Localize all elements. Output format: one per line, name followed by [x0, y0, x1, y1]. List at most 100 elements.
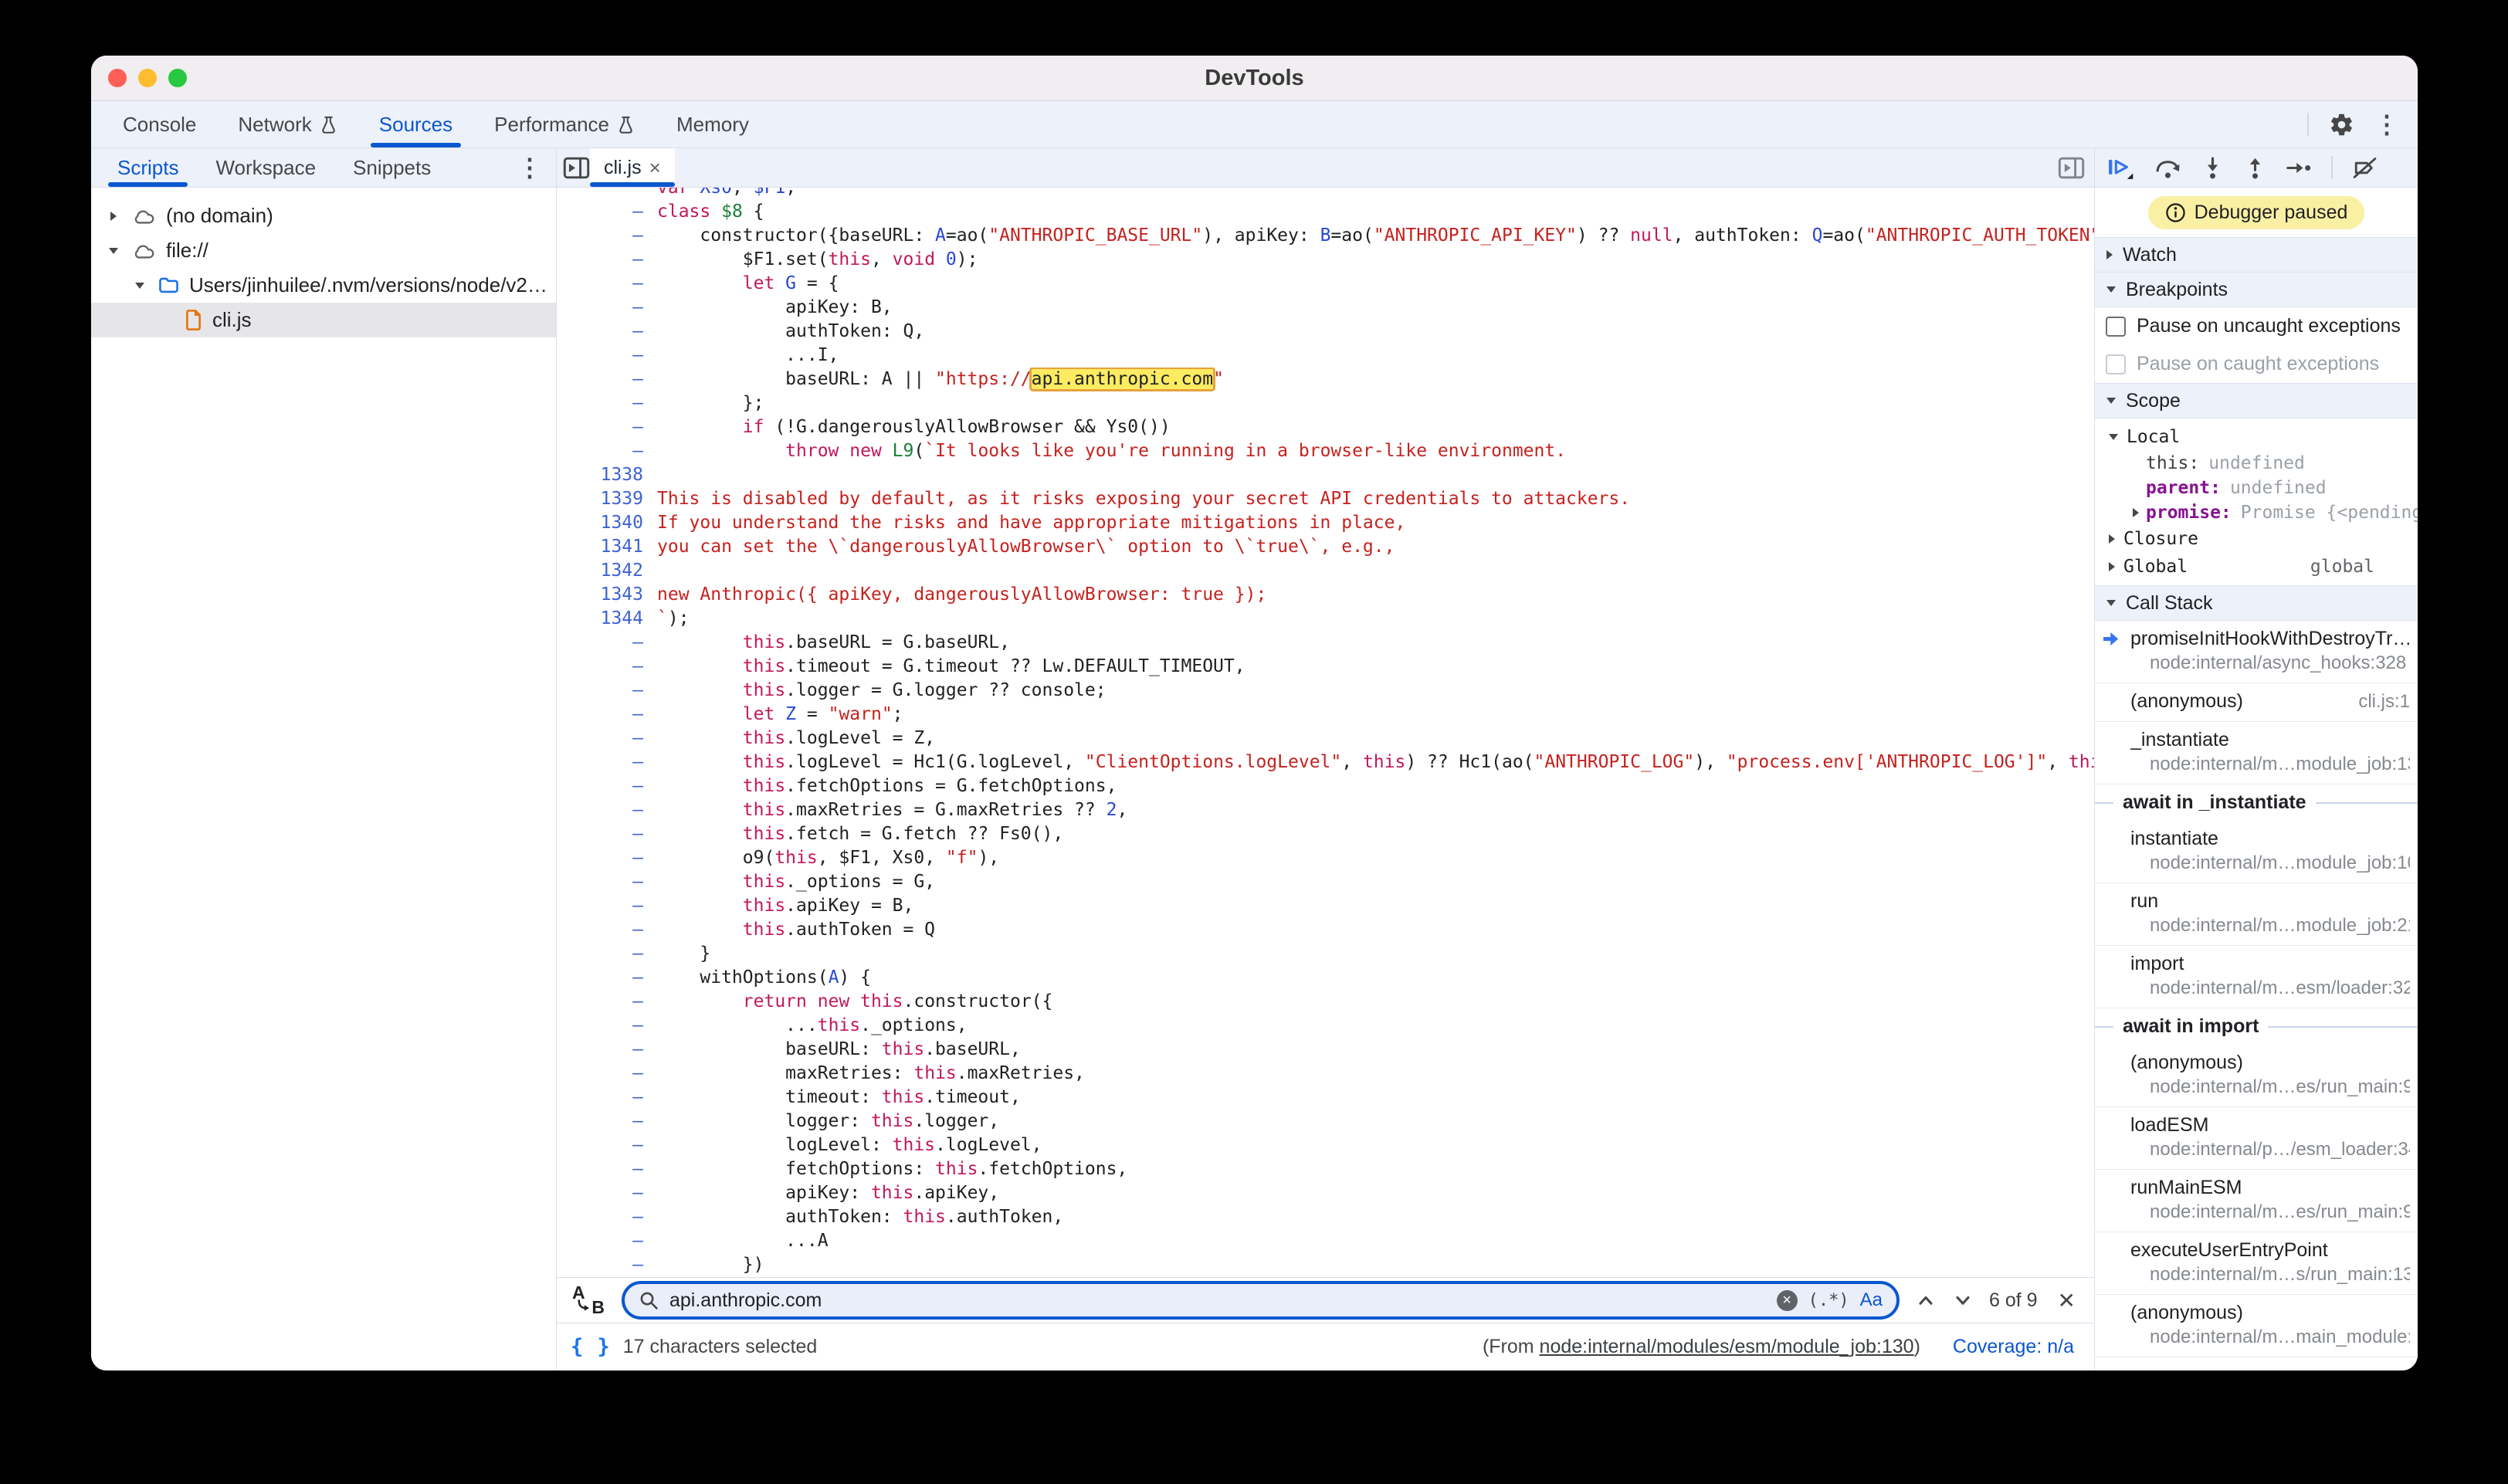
line-gutter[interactable]: – [557, 1157, 657, 1181]
close-search-icon[interactable]: ✕ [2053, 1288, 2080, 1313]
breakpoints-section-header[interactable]: Breakpoints [2095, 273, 2418, 307]
code-line[interactable]: var Xs0, $F1; [557, 188, 2094, 200]
line-gutter[interactable]: – [557, 415, 657, 439]
scope-entry[interactable]: this:undefined [2095, 451, 2418, 476]
search-input[interactable]: api.anthropic.com × (.*) Aa [622, 1281, 1900, 1320]
code-line[interactable]: 1338 [557, 463, 2094, 487]
line-gutter[interactable]: 1338 [557, 463, 657, 487]
call-stack-frame[interactable]: importnode:internal/m…esm/loader:329 [2095, 946, 2418, 1008]
line-gutter[interactable]: – [557, 1229, 657, 1253]
code-line[interactable]: – this.maxRetries = G.maxRetries ?? 2, [557, 798, 2094, 822]
line-gutter[interactable]: – [557, 655, 657, 679]
scope-entry[interactable]: parent:undefined [2095, 476, 2418, 500]
line-gutter[interactable]: – [557, 272, 657, 296]
next-match-icon[interactable] [1952, 1289, 1974, 1311]
code-line[interactable]: – this._options = G, [557, 870, 2094, 894]
line-gutter[interactable]: – [557, 1038, 657, 1062]
code-line[interactable]: – withOptions(A) { [557, 966, 2094, 990]
coverage-link[interactable]: Coverage: n/a [1953, 1336, 2074, 1358]
code-line[interactable]: – } [557, 942, 2094, 966]
scope-section-closure[interactable]: Closure [2095, 525, 2418, 553]
line-gutter[interactable]: – [557, 870, 657, 894]
watch-section-header[interactable]: Watch [2095, 237, 2418, 273]
line-gutter[interactable]: – [557, 320, 657, 344]
toggle-debugger-panel-icon[interactable] [2058, 157, 2085, 179]
code-line[interactable]: – if (!G.dangerouslyAllowBrowser && Ys0(… [557, 415, 2094, 439]
code-line[interactable]: – this.logger = G.logger ?? console; [557, 679, 2094, 703]
code-line[interactable]: – }) [557, 1253, 2094, 1277]
code-line[interactable]: – ...I, [557, 344, 2094, 368]
line-gutter[interactable]: 1340 [557, 511, 657, 535]
line-gutter[interactable]: – [557, 774, 657, 798]
tab-performance[interactable]: Performance [473, 101, 656, 147]
step-icon[interactable] [2286, 156, 2313, 180]
call-stack-frame[interactable]: executeUserEntryPointnode:internal/m…s/r… [2095, 1232, 2418, 1295]
code-line[interactable]: 1340If you understand the risks and have… [557, 511, 2094, 535]
line-gutter[interactable]: – [557, 1181, 657, 1205]
line-gutter[interactable]: – [557, 703, 657, 727]
code-line[interactable]: – let Z = "warn"; [557, 703, 2094, 727]
call-stack-frame[interactable]: instantiatenode:internal/m…module_job:10… [2095, 821, 2418, 883]
code-line[interactable]: – return new this.constructor({ [557, 990, 2094, 1014]
line-gutter[interactable]: – [557, 296, 657, 320]
editor-tab-clijs[interactable]: cli.js × [590, 148, 675, 187]
scope-section-global[interactable]: Globalglobal [2095, 553, 2418, 581]
regex-toggle-icon[interactable]: (.*) [1808, 1291, 1849, 1310]
call-stack-frame[interactable]: promiseInitHookWithDestroyTr…node:intern… [2095, 621, 2418, 683]
code-line[interactable]: – this.fetchOptions = G.fetchOptions, [557, 774, 2094, 798]
line-gutter[interactable]: – [557, 798, 657, 822]
code-line[interactable]: – authToken: this.authToken, [557, 1205, 2094, 1229]
line-gutter[interactable] [557, 188, 657, 200]
line-gutter[interactable]: – [557, 942, 657, 966]
line-gutter[interactable]: 1344 [557, 607, 657, 631]
call-stack-frame[interactable]: loadESMnode:internal/p…/esm_loader:34 [2095, 1107, 2418, 1170]
call-stack-frame[interactable]: (anonymous)node:internal/m…es/run_main:9… [2095, 1045, 2418, 1107]
code-line[interactable]: – authToken: Q, [557, 320, 2094, 344]
call-stack-frame[interactable]: _instantiatenode:internal/m…module_job:1… [2095, 722, 2418, 784]
replace-toggle-icon[interactable]: A B [571, 1284, 606, 1316]
line-gutter[interactable]: – [557, 1014, 657, 1038]
more-options-icon[interactable]: ⋮ [2374, 112, 2399, 137]
checkbox[interactable] [2106, 317, 2126, 337]
code-line[interactable]: 1339This is disabled by default, as it r… [557, 487, 2094, 511]
code-editor[interactable]: var Xs0, $F1;–class $8 {– constructor({b… [557, 188, 2094, 1277]
code-line[interactable]: – apiKey: this.apiKey, [557, 1181, 2094, 1205]
settings-gear-icon[interactable] [2329, 112, 2354, 137]
code-line[interactable]: – $F1.set(this, void 0); [557, 248, 2094, 272]
line-gutter[interactable]: – [557, 248, 657, 272]
code-line[interactable]: 1343new Anthropic({ apiKey, dangerouslyA… [557, 583, 2094, 607]
step-out-icon[interactable] [2243, 156, 2267, 180]
code-line[interactable]: – apiKey: B, [557, 296, 2094, 320]
pretty-print-icon[interactable]: { } [571, 1335, 611, 1359]
code-line[interactable]: – logger: this.logger, [557, 1110, 2094, 1133]
line-gutter[interactable]: 1342 [557, 559, 657, 583]
tab-memory[interactable]: Memory [656, 101, 770, 147]
chevron-down-icon[interactable] [105, 248, 122, 254]
code-line[interactable]: – baseURL: this.baseURL, [557, 1038, 2094, 1062]
code-line[interactable]: – this.baseURL = G.baseURL, [557, 631, 2094, 655]
call-stack-frame[interactable]: (anonymous)node:internal/m…main_module:2 [2095, 1295, 2418, 1357]
match-case-toggle-icon[interactable]: Aa [1860, 1289, 1883, 1311]
line-gutter[interactable]: – [557, 750, 657, 774]
call-stack-frame[interactable]: runMainESMnode:internal/m…es/run_main:98 [2095, 1170, 2418, 1232]
tree-item-cli-js[interactable]: cli.js [91, 303, 556, 337]
code-line[interactable]: – throw new L9(`It looks like you're run… [557, 439, 2094, 463]
tree-item--no-domain-[interactable]: (no domain) [91, 198, 556, 233]
code-line[interactable]: – timeout: this.timeout, [557, 1086, 2094, 1110]
deactivate-breakpoints-icon[interactable] [2351, 156, 2378, 180]
scope-entry[interactable]: promise:Promise {<pending>} [2095, 500, 2418, 525]
code-line[interactable]: – ...A [557, 1229, 2094, 1253]
line-gutter[interactable]: 1343 [557, 583, 657, 607]
code-line[interactable]: – o9(this, $F1, Xs0, "f"), [557, 846, 2094, 870]
line-gutter[interactable]: – [557, 439, 657, 463]
scope-section-local[interactable]: Local [2095, 423, 2418, 451]
line-gutter[interactable]: – [557, 224, 657, 248]
code-line[interactable]: – baseURL: A || "https://api.anthropic.c… [557, 368, 2094, 391]
code-line[interactable]: – this.logLevel = Hc1(G.logLevel, "Clien… [557, 750, 2094, 774]
callstack-section-header[interactable]: Call Stack [2095, 585, 2418, 621]
step-into-icon[interactable] [2201, 156, 2225, 180]
sidebar-more-options-icon[interactable]: ⋮ [517, 148, 556, 187]
chevron-right-icon[interactable] [2126, 508, 2146, 517]
code-line[interactable]: – ...this._options, [557, 1014, 2094, 1038]
code-line[interactable]: – maxRetries: this.maxRetries, [557, 1062, 2094, 1086]
